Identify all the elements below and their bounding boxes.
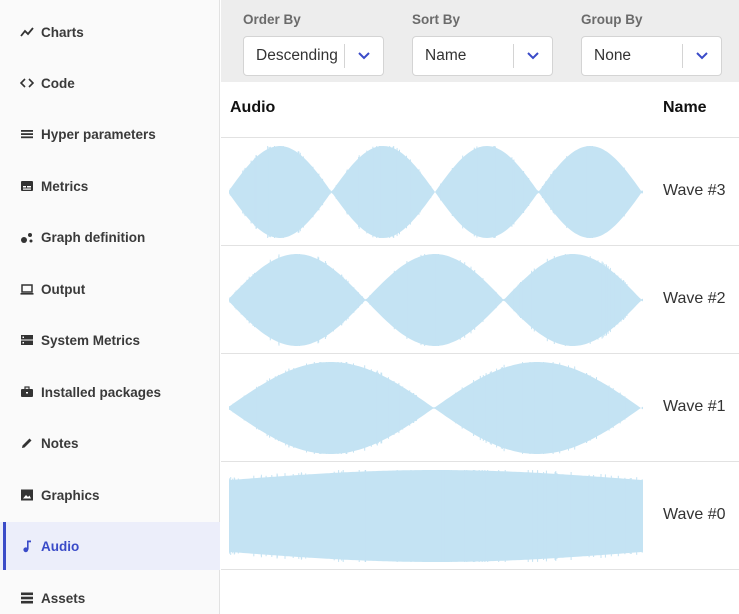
sort-by-label: Sort By (412, 12, 460, 27)
table-row[interactable]: Wave #3 (221, 138, 739, 246)
waveform-envelope (229, 146, 643, 238)
sidebar-item-output[interactable]: Output (0, 265, 220, 313)
sort-toolbar: Order By Descending Sort By Name Group B… (221, 0, 739, 82)
sidebar-item-audio[interactable]: Audio (0, 522, 220, 570)
sidebar-item-installed-packages[interactable]: Installed packages (0, 368, 220, 416)
sort-by-select[interactable]: Name (412, 36, 553, 76)
table-row[interactable]: Wave #2 (221, 246, 739, 354)
sidebar-item-label: Audio (41, 539, 79, 554)
list-icon (20, 127, 34, 141)
table-row[interactable]: Wave #0 (221, 462, 739, 570)
sidebar-item-label: Metrics (41, 179, 88, 194)
chevron-down-icon[interactable] (514, 37, 552, 75)
sidebar-item-notes[interactable]: Notes (0, 419, 220, 467)
audio-name: Wave #3 (663, 182, 726, 200)
waveform[interactable] (229, 360, 643, 456)
sidebar-item-label: Graph definition (41, 230, 145, 245)
sort-by-value: Name (413, 47, 513, 65)
order-by-value: Descending (244, 47, 344, 65)
metrics-icon (20, 179, 34, 193)
sidebar-item-metrics[interactable]: Metrics (0, 162, 220, 210)
server-icon (20, 333, 34, 347)
music-note-icon (20, 539, 34, 553)
sidebar-item-label: Notes (41, 436, 79, 451)
sidebar-item-charts[interactable]: Charts (0, 8, 220, 56)
sidebar: Charts Code Hyper parameters Metrics Gra… (0, 0, 220, 614)
graph-icon (20, 230, 34, 244)
image-icon (20, 488, 34, 502)
audio-name: Wave #2 (663, 290, 726, 308)
sidebar-item-assets[interactable]: Assets (0, 574, 220, 614)
waveform[interactable] (229, 468, 643, 564)
sidebar-item-graphics[interactable]: Graphics (0, 471, 220, 519)
chevron-down-icon[interactable] (683, 37, 721, 75)
group-by-value: None (582, 47, 682, 65)
table-header: Audio Name (221, 82, 739, 138)
chevron-down-icon[interactable] (345, 37, 383, 75)
briefcase-icon (20, 385, 34, 399)
group-by-label: Group By (581, 12, 643, 27)
laptop-icon (20, 282, 34, 296)
sidebar-item-label: System Metrics (41, 333, 140, 348)
column-header-name[interactable]: Name (663, 99, 707, 117)
sidebar-item-code[interactable]: Code (0, 59, 220, 107)
order-by-select[interactable]: Descending (243, 36, 384, 76)
column-header-audio[interactable]: Audio (230, 99, 275, 117)
code-icon (20, 76, 34, 90)
sidebar-item-hyper-parameters[interactable]: Hyper parameters (0, 110, 220, 158)
sidebar-item-label: Code (41, 76, 75, 91)
sidebar-item-system-metrics[interactable]: System Metrics (0, 316, 220, 364)
group-by-select[interactable]: None (581, 36, 722, 76)
sidebar-item-label: Graphics (41, 488, 100, 503)
audio-name: Wave #1 (663, 398, 726, 416)
sidebar-item-label: Output (41, 282, 85, 297)
waveform[interactable] (229, 252, 643, 348)
sidebar-item-label: Installed packages (41, 385, 161, 400)
waveform[interactable] (229, 144, 643, 240)
sidebar-item-label: Hyper parameters (41, 127, 156, 142)
order-by-label: Order By (243, 12, 301, 27)
assets-icon (20, 591, 34, 605)
table-row[interactable]: Wave #1 (221, 354, 739, 462)
sidebar-item-label: Assets (41, 591, 85, 606)
sidebar-item-label: Charts (41, 25, 84, 40)
waveform-envelope (229, 362, 643, 454)
line-chart-icon (20, 25, 34, 39)
waveform-envelope (229, 470, 643, 562)
sidebar-item-graph-definition[interactable]: Graph definition (0, 213, 220, 261)
pencil-icon (20, 436, 34, 450)
audio-name: Wave #0 (663, 506, 726, 524)
